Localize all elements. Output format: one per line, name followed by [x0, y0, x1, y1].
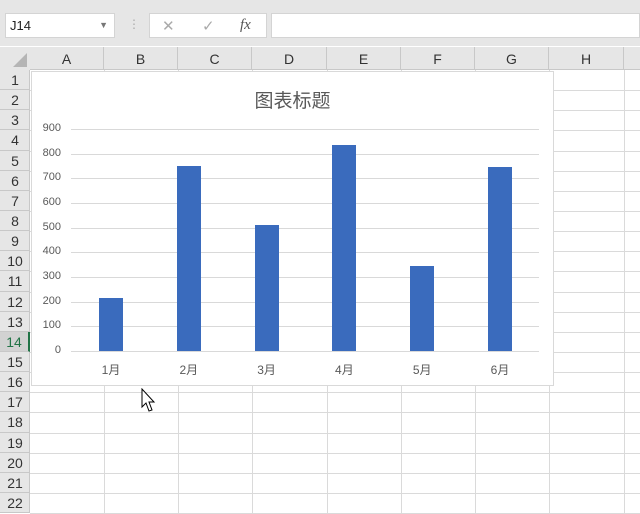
row-header-4[interactable]: 4 — [0, 130, 30, 151]
column-header-G[interactable]: G — [475, 47, 549, 70]
y-tick-label: 400 — [42, 245, 61, 258]
y-tick-label: 500 — [42, 220, 61, 233]
gridline — [71, 326, 539, 328]
gridline — [71, 203, 539, 204]
x-tick-label: 1月 — [101, 363, 121, 377]
row-header-20[interactable]: 20 — [0, 453, 30, 473]
formula-buttons: ✕ ✓ fx — [149, 13, 267, 38]
name-box-value: J14 — [10, 18, 31, 33]
row-headers: 1 2 3 4 5 6 7 8 9 10 11 12 13 14 15 16 17 18 19 20 21 22 — [0, 70, 30, 514]
chevron-down-icon[interactable]: ▼ — [99, 14, 108, 37]
name-box[interactable]: J14 ▼ — [5, 13, 115, 38]
cancel-icon[interactable]: ✕ — [162, 17, 175, 35]
gridline — [71, 351, 539, 352]
row-header-7[interactable]: 7 — [0, 191, 30, 211]
x-tick-label: 4月 — [335, 363, 354, 377]
row-header-17[interactable]: 17 — [0, 392, 30, 413]
gridline — [71, 277, 539, 278]
row-header-11[interactable]: 11 — [0, 271, 30, 292]
bar-5月[interactable] — [410, 265, 435, 351]
column-line — [624, 70, 625, 513]
row-header-5[interactable]: 5 — [0, 151, 30, 171]
column-header-A[interactable]: A — [30, 47, 104, 70]
y-tick-label: 300 — [42, 270, 61, 282]
bar-6月[interactable] — [488, 167, 512, 351]
row-header-1[interactable]: 1 — [0, 70, 30, 91]
gridline — [71, 129, 539, 130]
row-header-8[interactable]: 8 — [0, 211, 30, 232]
row-header-15[interactable]: 15 — [0, 352, 30, 373]
x-tick-label: 2月 — [179, 363, 199, 377]
gridline — [71, 301, 539, 303]
row-header-19[interactable]: 19 — [0, 433, 30, 453]
bar-3月[interactable] — [254, 225, 279, 351]
formula-input[interactable] — [271, 13, 640, 38]
chart-title[interactable]: 图表标题 — [32, 86, 553, 113]
gridline — [71, 227, 539, 229]
y-tick-label: 600 — [42, 196, 61, 208]
y-tick-label: 900 — [42, 122, 61, 134]
gridline — [71, 153, 539, 155]
row-header-22[interactable]: 22 — [0, 493, 30, 514]
enter-icon[interactable]: ✓ — [202, 17, 215, 35]
y-tick-label: 0 — [54, 344, 61, 356]
fx-icon[interactable]: fx — [240, 17, 251, 34]
more-icon[interactable]: ⋮ — [128, 17, 140, 31]
gridline — [71, 252, 539, 254]
column-header-H[interactable]: H — [549, 47, 624, 70]
select-all-button[interactable] — [0, 47, 30, 70]
row-header-2[interactable]: 2 — [0, 90, 30, 111]
bar-4月[interactable] — [332, 145, 357, 351]
row-header-12[interactable]: 12 — [0, 292, 30, 312]
column-header-D[interactable]: D — [252, 47, 327, 70]
column-header-B[interactable]: B — [104, 47, 178, 70]
row-header-14[interactable]: 14 — [0, 331, 30, 352]
x-tick-label: 5月 — [412, 363, 432, 377]
row-header-18[interactable]: 18 — [0, 412, 30, 433]
x-tick-label: 3月 — [257, 363, 276, 377]
bar-1月[interactable] — [99, 297, 123, 351]
row-header-9[interactable]: 9 — [0, 231, 30, 252]
chart[interactable]: 图表标题 0 100 200 300 400 500 600 700 800 900 1月 2月 3月 4… — [31, 71, 554, 412]
bar-2月[interactable] — [176, 166, 201, 351]
row-header-3[interactable]: 3 — [0, 110, 30, 131]
row-header-21[interactable]: 21 — [0, 473, 30, 493]
y-tick-label: 100 — [42, 319, 61, 332]
column-header-C[interactable]: C — [178, 47, 252, 70]
row-header-16[interactable]: 16 — [0, 372, 30, 393]
column-header-F[interactable]: F — [401, 47, 475, 70]
row-header-6[interactable]: 6 — [0, 171, 30, 191]
y-tick-label: 700 — [42, 171, 61, 184]
gridline — [71, 178, 539, 180]
row-header-10[interactable]: 10 — [0, 251, 30, 272]
mouse-cursor-icon — [141, 388, 156, 412]
y-tick-label: 200 — [42, 294, 61, 307]
row-header-13[interactable]: 13 — [0, 312, 30, 332]
y-tick-label: 800 — [42, 146, 61, 159]
x-tick-label: 6月 — [490, 363, 510, 377]
column-header-E[interactable]: E — [327, 47, 401, 70]
column-headers: ABCDEFGH — [0, 47, 640, 70]
